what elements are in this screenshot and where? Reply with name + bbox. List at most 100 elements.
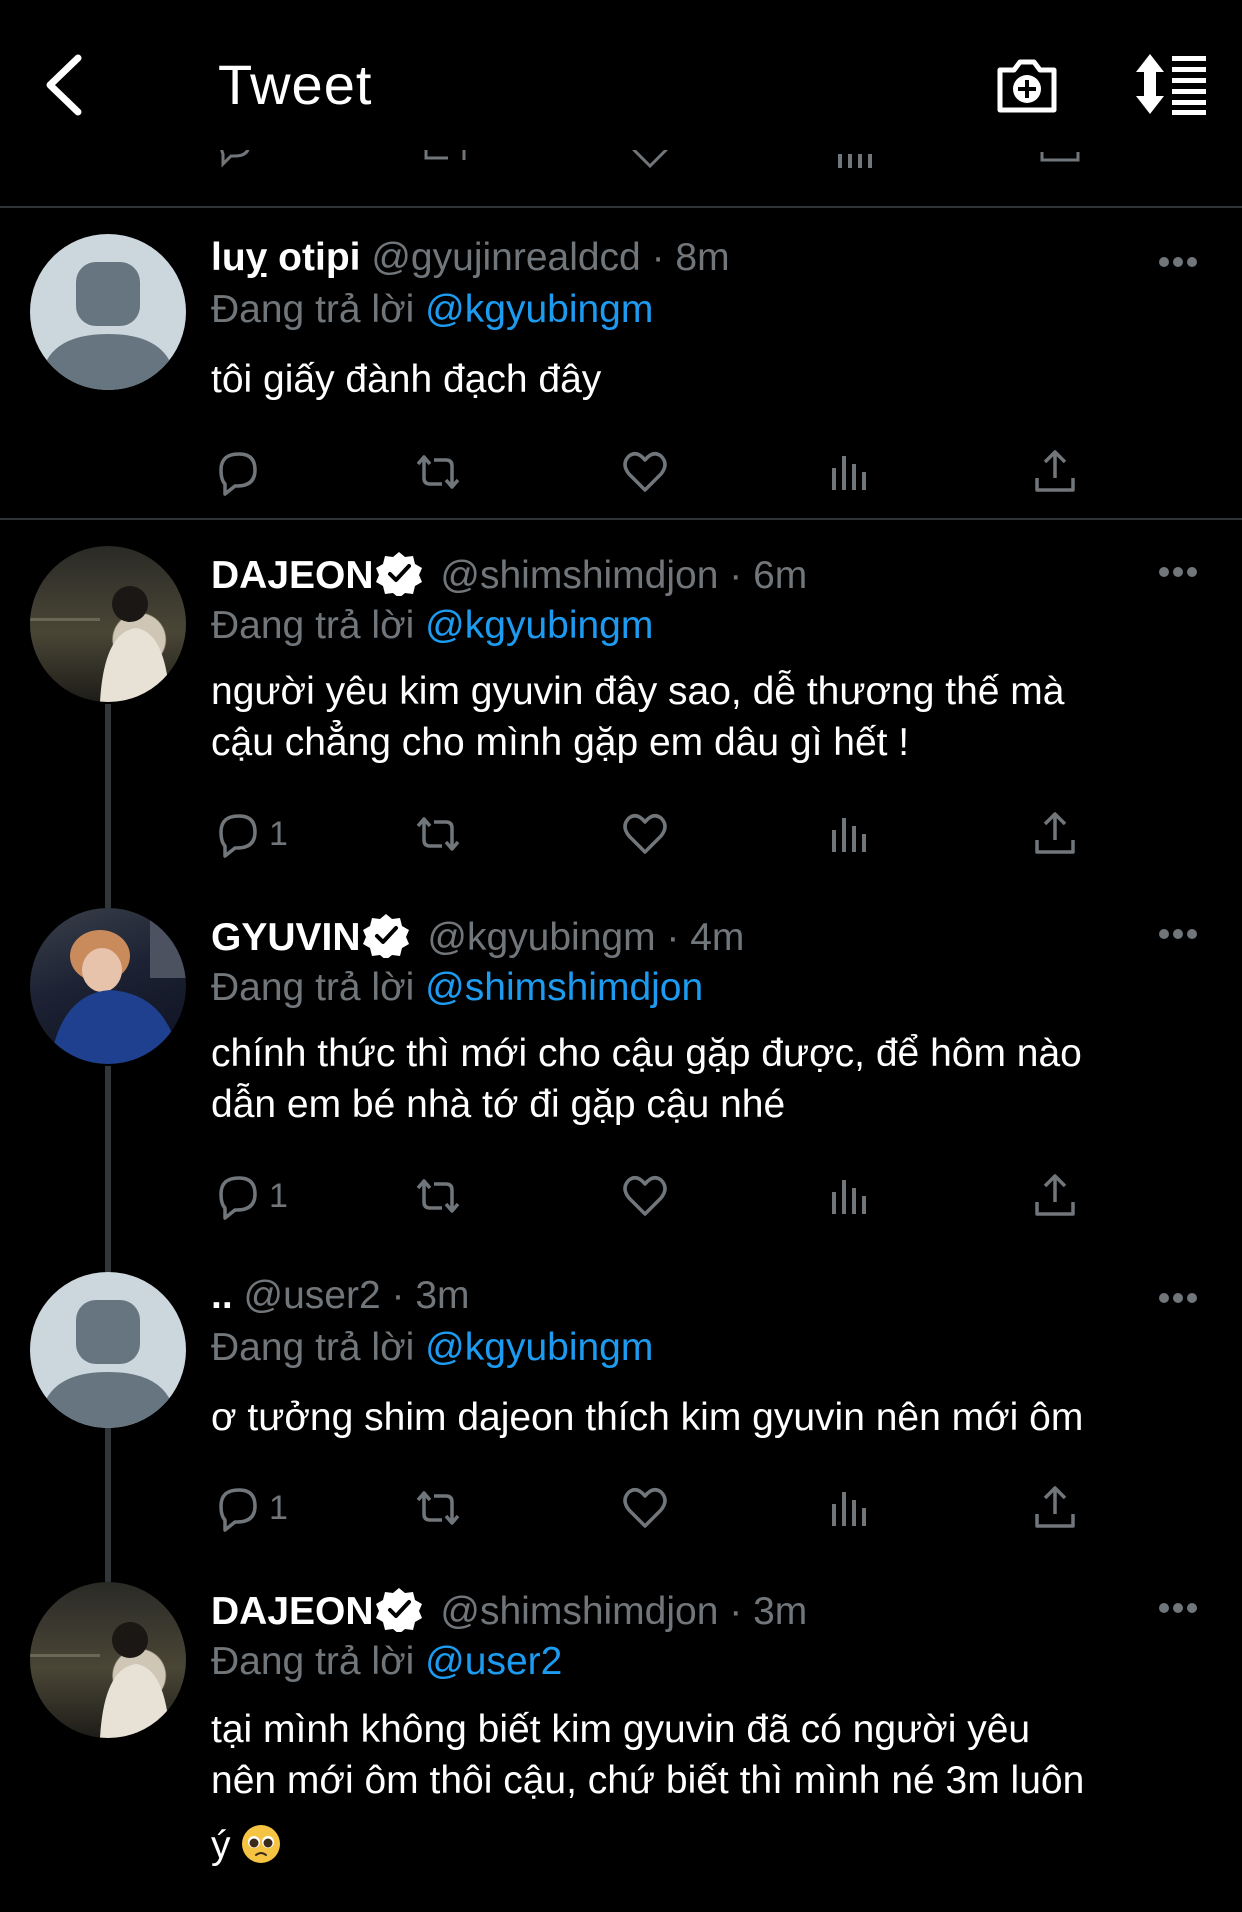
previous-tweet-actions [0,150,1242,180]
top-bar: Tweet [0,0,1242,170]
retweet-icon [416,1179,460,1213]
reply-mention[interactable]: @kgyubingm [425,1326,653,1369]
profile-photo-icon [30,586,170,702]
tweet-text-line: dẫn em bé nhà tớ đi gặp cậu nhé [211,1083,786,1126]
display-name[interactable]: GYUVIN [211,916,361,959]
share-button[interactable] [1031,1482,1079,1534]
more-icon[interactable] [1158,1292,1198,1304]
like-button[interactable] [621,1170,669,1222]
share-button[interactable] [1031,808,1079,860]
reply-prefix: Đang trả lời [211,966,415,1009]
tweet-text-line: người yêu kim gyuvin đây sao, dễ thương … [211,670,1065,713]
display-name[interactable]: luỵ otipi [211,236,361,279]
tweet[interactable]: GYUVIN @kgyubingm · 4m Đang trả lời @shi… [0,882,1242,1244]
reply-icon [219,814,257,858]
action-bar: 1 [211,808,1111,860]
views-button[interactable] [826,1170,874,1222]
reply-mention[interactable]: @shimshimdjon [425,966,703,1009]
reply-icon [219,452,257,496]
tweet-text: tôi giấy đành đạch đây [211,358,602,401]
user-handle[interactable]: @shimshimdjon [440,1590,718,1633]
reply-button[interactable] [213,446,269,498]
more-icon[interactable] [1158,256,1198,268]
share-icon [1035,450,1075,492]
heart-icon [632,150,668,169]
tweet[interactable]: luỵ otipi @gyujinrealdcd · 8m Đang trả l… [0,208,1242,518]
tweet-text: người yêu kim gyuvin đây sao, dễ thương … [211,666,1211,768]
sort-button[interactable] [1132,52,1208,116]
profile-photo-icon [30,1622,170,1738]
like-button[interactable] [621,446,669,498]
avatar[interactable] [30,908,186,1064]
more-icon[interactable] [1158,566,1198,578]
views-icon [832,1492,866,1526]
reply-button[interactable]: 1 [213,808,288,860]
action-bar: 1 [211,1170,1111,1222]
reply-prefix: Đang trả lời [211,1640,415,1683]
tweet-text-line: cậu chẳng cho mình gặp em dâu gì hết ! [211,721,910,764]
reply-mention[interactable]: @user2 [425,1640,562,1683]
timestamp: · 3m [391,1274,470,1317]
reply-button[interactable]: 1 [213,1482,288,1534]
sort-icon [1136,54,1206,115]
like-button[interactable] [621,808,669,860]
avatar[interactable] [30,234,186,390]
back-button[interactable] [40,50,90,120]
camera-plus-icon [997,59,1057,113]
tweet[interactable]: DAJEON @shimshimdjon · 6m Đang trả lời @… [0,520,1242,882]
retweet-button[interactable] [414,1170,462,1222]
user-handle[interactable]: @kgyubingm [427,916,655,959]
views-icon [832,818,866,852]
user-handle[interactable]: @gyujinrealdcd [371,236,640,279]
display-name[interactable]: DAJEON [211,1590,374,1633]
tweet[interactable]: .. @user2 · 3m Đang trả lời @kgyubingm ơ… [0,1244,1242,1556]
page-title: Tweet [218,53,373,116]
verified-badge-icon [375,1588,422,1632]
tweet-text-line: chính thức thì mới cho cậu gặp được, để … [211,1032,1082,1075]
like-button[interactable] [621,1482,669,1534]
timestamp: · 4m [666,916,745,959]
display-name[interactable]: DAJEON [211,554,374,597]
user-handle[interactable]: @shimshimdjon [440,554,718,597]
reply-count: 1 [269,814,288,853]
action-bar [211,446,1111,498]
share-button[interactable] [1031,446,1079,498]
more-icon[interactable] [1158,1602,1198,1614]
user-handle[interactable]: @user2 [244,1274,381,1317]
share-icon [1035,1174,1075,1216]
views-button[interactable] [826,446,874,498]
tweet-text: chính thức thì mới cho cậu gặp được, để … [211,1028,1211,1130]
reply-icon [220,150,250,168]
reply-prefix: Đang trả lời [211,604,415,647]
reply-mention[interactable]: @kgyubingm [425,604,653,647]
retweet-button[interactable] [414,808,462,860]
share-icon [1035,1486,1075,1528]
verified-badge-icon [375,552,422,596]
tweet[interactable]: DAJEON @shimshimdjon · 3m Đang trả lời @… [0,1556,1242,1912]
tweet-text: tại mình không biết kim gyuvin đã có ngư… [211,1704,1211,1871]
more-icon[interactable] [1158,928,1198,940]
reply-mention[interactable]: @kgyubingm [425,288,653,331]
timestamp: · 6m [729,554,808,597]
views-button[interactable] [826,808,874,860]
views-icon [838,154,872,168]
reply-count: 1 [269,1488,288,1527]
avatar[interactable] [30,546,186,702]
camera-button[interactable] [992,50,1062,120]
avatar[interactable] [30,1272,186,1428]
tweet-text: ơ tưởng shim dajeon thích kim gyuvin nên… [211,1396,1084,1439]
retweet-icon [416,455,460,489]
views-button[interactable] [826,1482,874,1534]
retweet-button[interactable] [414,1482,462,1534]
default-avatar-icon [40,1300,176,1428]
profile-photo-icon [50,918,186,1064]
tweet-text-line: ý [211,1824,231,1867]
avatar[interactable] [30,1582,186,1738]
share-button[interactable] [1031,1170,1079,1222]
reply-button[interactable]: 1 [213,1170,288,1222]
timestamp: · 8m [651,236,730,279]
retweet-button[interactable] [414,446,462,498]
reply-prefix: Đang trả lời [211,288,415,331]
display-name[interactable]: .. [211,1274,233,1317]
heart-icon [623,1488,667,1528]
